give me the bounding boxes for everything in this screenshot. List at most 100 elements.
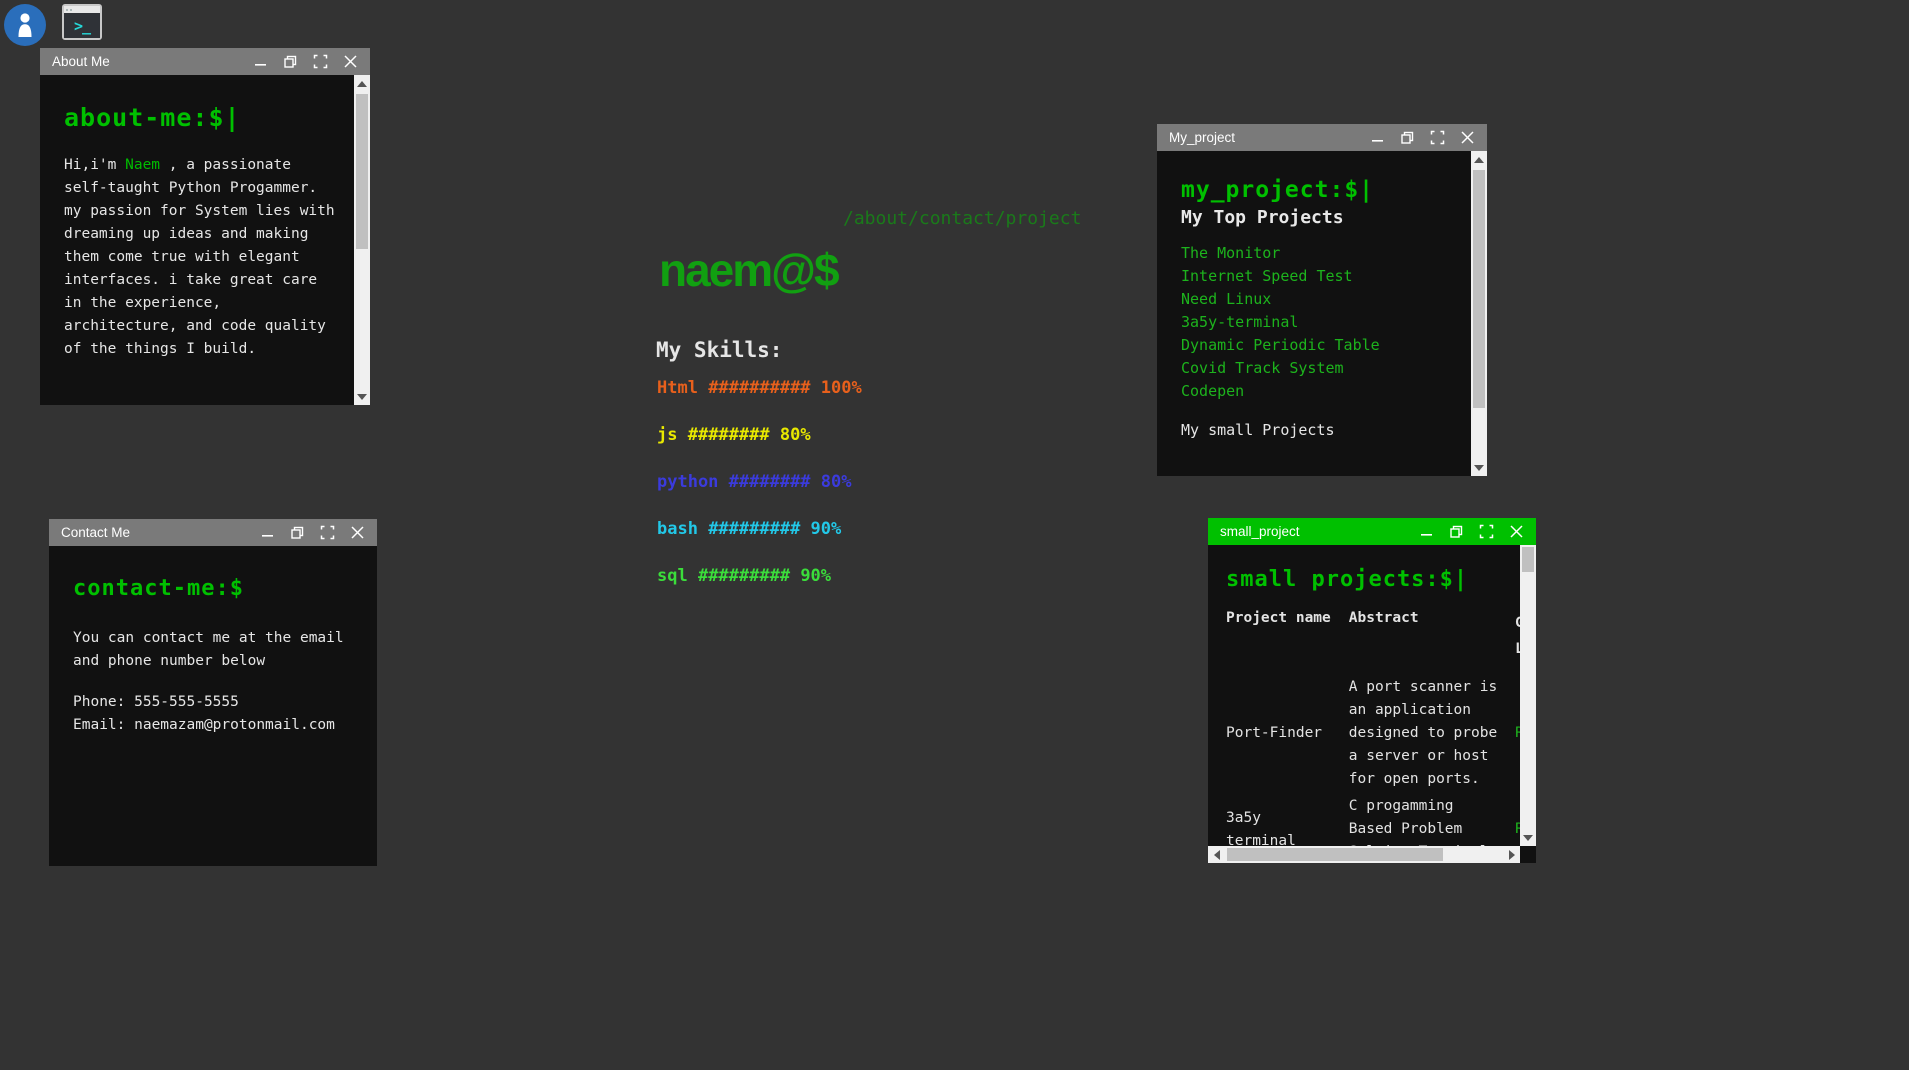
skill-bar-glyphs: ######### <box>708 519 811 539</box>
restore-icon[interactable] <box>290 525 305 540</box>
scrollbar-thumb[interactable] <box>1473 170 1485 408</box>
skill-value: 90% <box>810 519 842 539</box>
small-project-table: Project nameAbstractG L Port-FinderA por… <box>1226 610 1536 863</box>
nav-links[interactable]: /about/contact/project <box>843 208 1081 229</box>
restore-icon[interactable] <box>1400 130 1415 145</box>
titlebar-contact-me[interactable]: Contact Me <box>49 519 377 546</box>
titlebar-about-me[interactable]: About Me <box>40 48 370 75</box>
project-link[interactable]: 3a5y-terminal <box>1181 311 1469 334</box>
fullscreen-icon[interactable] <box>1479 524 1494 539</box>
desktop: >_ /about/contact/project naem@$ My Skil… <box>0 0 1909 1070</box>
scroll-left-icon[interactable] <box>1208 846 1225 863</box>
skill-value: 100% <box>820 378 862 398</box>
terminal-icon-titlebar <box>64 6 100 13</box>
about-greet-post: , a passionate <box>160 157 291 173</box>
contact-me-heading: contact-me:$ <box>73 576 244 601</box>
window-title-text: Contact Me <box>61 525 131 540</box>
site-logo: naem@$ <box>659 244 840 296</box>
scroll-down-icon[interactable] <box>354 388 370 405</box>
project-link[interactable]: Covid Track System <box>1181 357 1469 380</box>
window-body-contact-me: contact-me:$ You can contact me at the e… <box>49 546 377 866</box>
window-buttons <box>1419 524 1536 539</box>
minimize-icon[interactable] <box>253 54 268 69</box>
contact-intro-line-1: You can contact me at the email <box>73 630 344 646</box>
close-icon[interactable] <box>343 54 358 69</box>
restore-icon[interactable] <box>1449 524 1464 539</box>
restore-icon[interactable] <box>283 54 298 69</box>
close-icon[interactable] <box>1460 130 1475 145</box>
skill-bar-python: python ######## 80% <box>657 472 852 492</box>
my-small-projects-heading: My small Projects <box>1181 421 1335 439</box>
skill-bar-html: Html ########## 100% <box>657 378 862 398</box>
project-link[interactable]: Need Linux <box>1181 288 1469 311</box>
window-body-small-project: small projects:$| Project nameAbstractG … <box>1208 545 1536 863</box>
my-project-content: my_project:$| My Top Projects The Monito… <box>1157 151 1487 476</box>
skill-value: 80% <box>779 425 811 445</box>
project-link[interactable]: Dynamic Periodic Table <box>1181 334 1469 357</box>
small-project-heading: small projects:$| <box>1226 567 1469 592</box>
minimize-icon[interactable] <box>1370 130 1385 145</box>
window-contact-me[interactable]: Contact Me contact-me:$ You can contact … <box>49 519 377 866</box>
fullscreen-icon[interactable] <box>313 54 328 69</box>
skill-bar-glyphs: ######## <box>687 425 780 445</box>
table-row: Port-Finder A port scanner is an applicat… <box>1226 676 1536 795</box>
titlebar-my-project[interactable]: My_project <box>1157 124 1487 151</box>
minimize-icon[interactable] <box>260 525 275 540</box>
scroll-up-icon[interactable] <box>1471 151 1487 168</box>
small-project-content: small projects:$| Project nameAbstractG … <box>1208 545 1536 863</box>
scroll-down-icon[interactable] <box>1471 459 1487 476</box>
window-title-text: About Me <box>52 54 110 69</box>
window-body-my-project: my_project:$| My Top Projects The Monito… <box>1157 151 1487 476</box>
taskbar: >_ <box>0 0 1909 50</box>
scroll-down-icon[interactable] <box>1520 829 1536 846</box>
minimize-icon[interactable] <box>1419 524 1434 539</box>
project-link[interactable]: Internet Speed Test <box>1181 265 1469 288</box>
titlebar-small-project[interactable]: small_project <box>1208 518 1536 545</box>
small-project-vertical-scrollbar[interactable] <box>1520 545 1536 846</box>
about-body: self-taught Python Progammer. my passion… <box>64 180 335 357</box>
window-small-project[interactable]: small_project small projects:$| Project … <box>1208 518 1536 863</box>
project-name-cell: Port-Finder <box>1226 725 1323 741</box>
scroll-up-icon[interactable] <box>354 75 370 92</box>
scroll-right-icon[interactable] <box>1503 846 1520 863</box>
my-project-vertical-scrollbar[interactable] <box>1471 151 1487 476</box>
window-title-text: My_project <box>1169 130 1236 145</box>
skill-value: 80% <box>820 472 852 492</box>
about-greet-pre: Hi,i'm <box>64 157 126 173</box>
scrollbar-thumb[interactable] <box>1522 547 1534 572</box>
column-header: Project name <box>1226 610 1331 626</box>
window-title-text: small_project <box>1220 524 1300 539</box>
skill-bar-glyphs: ########## <box>708 378 821 398</box>
skill-bar-glyphs: ######## <box>728 472 821 492</box>
close-icon[interactable] <box>350 525 365 540</box>
terminal-icon[interactable]: >_ <box>62 4 102 40</box>
about-me-text: Hi,i'm Naem , a passionate self-taught P… <box>64 154 352 361</box>
project-link[interactable]: The Monitor <box>1181 242 1469 265</box>
skill-name: bash <box>657 519 709 539</box>
window-about-me[interactable]: About Me about-me:$| Hi,i'm Naem , a pas… <box>40 48 370 405</box>
my-project-heading: my_project:$| <box>1181 177 1375 203</box>
close-icon[interactable] <box>1509 524 1524 539</box>
person-glyph <box>18 13 32 37</box>
skill-name: sql <box>657 566 698 586</box>
skill-value: 90% <box>800 566 832 586</box>
window-my-project[interactable]: My_project my_project:$| My Top Projects… <box>1157 124 1487 476</box>
avatar-icon[interactable] <box>4 4 46 46</box>
skills-title: My Skills: <box>656 338 783 362</box>
scrollbar-thumb[interactable] <box>1227 848 1443 861</box>
fullscreen-icon[interactable] <box>1430 130 1445 145</box>
contact-intro-line-2: and phone number below <box>73 653 266 669</box>
fullscreen-icon[interactable] <box>320 525 335 540</box>
window-buttons <box>253 54 370 69</box>
about-me-heading: about-me:$| <box>64 103 241 132</box>
scrollbar-thumb[interactable] <box>356 94 368 249</box>
skill-bar-js: js ######## 80% <box>657 425 811 445</box>
terminal-icon-prompt: >_ <box>64 13 100 38</box>
project-link[interactable]: Codepen <box>1181 380 1469 403</box>
contact-me-content: contact-me:$ You can contact me at the e… <box>49 546 377 866</box>
small-project-horizontal-scrollbar[interactable] <box>1208 846 1520 863</box>
about-me-vertical-scrollbar[interactable] <box>354 75 370 405</box>
window-buttons <box>260 525 377 540</box>
skill-name: python <box>657 472 729 492</box>
column-header: Abstract <box>1348 610 1419 626</box>
